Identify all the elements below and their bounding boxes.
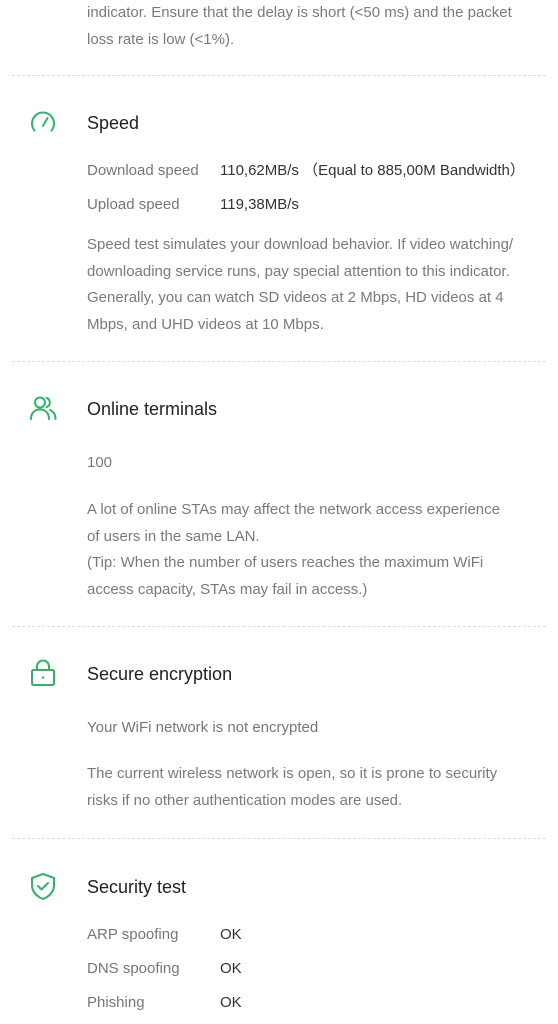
online-terminals-title: Online terminals xyxy=(87,399,218,419)
delay-description-line: indicator. Ensure that the delay is shor… xyxy=(87,4,512,21)
section-divider xyxy=(12,838,546,839)
download-speed-value: 110,62MB/s （Equal to 885,00M Bandwidth） xyxy=(220,162,525,179)
encryption-status: Your WiFi network is not encrypted xyxy=(87,719,319,736)
speedometer-icon xyxy=(28,107,58,137)
dns-spoofing-label: DNS spoofing xyxy=(87,960,180,977)
secure-encryption-title: Secure encryption xyxy=(87,664,233,684)
speed-description-line: downloading service runs, pay special at… xyxy=(87,262,510,280)
section-divider xyxy=(12,361,546,362)
speed-description: Speed test simulates your download behav… xyxy=(87,232,537,338)
online-terminals-description-line: A lot of online STAs may affect the netw… xyxy=(87,501,500,518)
online-terminals-description-line: access capacity, STAs may fail in access… xyxy=(87,580,368,598)
delay-description: indicator. Ensure that the delay is shor… xyxy=(87,0,537,53)
online-terminals-description-line: (Tip: When the number of users reaches t… xyxy=(87,554,484,571)
encryption-description-line: risks if no other authentication modes a… xyxy=(87,791,403,809)
speed-description-line: Generally, you can watch SD videos at 2 … xyxy=(87,289,504,306)
upload-speed-value: 119,38MB/s xyxy=(220,196,299,213)
arp-spoofing-value: OK xyxy=(220,926,242,943)
online-terminals-count: 100 xyxy=(87,454,113,471)
dns-spoofing-value: OK xyxy=(220,960,242,977)
upload-speed-label: Upload speed xyxy=(87,196,180,213)
users-icon xyxy=(28,393,58,423)
arp-spoofing-label: ARP spoofing xyxy=(87,926,179,943)
online-terminals-description: A lot of online STAs may affect the netw… xyxy=(87,497,537,603)
online-terminals-description-line: of users in the same LAN. xyxy=(87,527,260,545)
phishing-label: Phishing xyxy=(87,994,145,1011)
shield-check-icon xyxy=(28,871,58,901)
speed-description-line: Speed test simulates your download behav… xyxy=(87,236,514,253)
section-divider xyxy=(12,75,546,76)
lock-icon xyxy=(28,658,58,688)
download-speed-label: Download speed xyxy=(87,162,199,179)
speed-description-line: Mbps, and UHD videos at 10 Mbps. xyxy=(87,315,324,333)
encryption-description: The current wireless network is open, so… xyxy=(87,761,537,814)
section-divider xyxy=(12,626,546,627)
phishing-value: OK xyxy=(220,994,242,1011)
delay-description-line: loss rate is low (<1%). xyxy=(87,30,235,48)
security-test-title: Security test xyxy=(87,877,187,897)
encryption-description-line: The current wireless network is open, so… xyxy=(87,765,498,782)
wifi-diagnosis-page: indicator. Ensure that the delay is shor… xyxy=(0,0,558,1024)
speed-title: Speed xyxy=(87,113,140,133)
